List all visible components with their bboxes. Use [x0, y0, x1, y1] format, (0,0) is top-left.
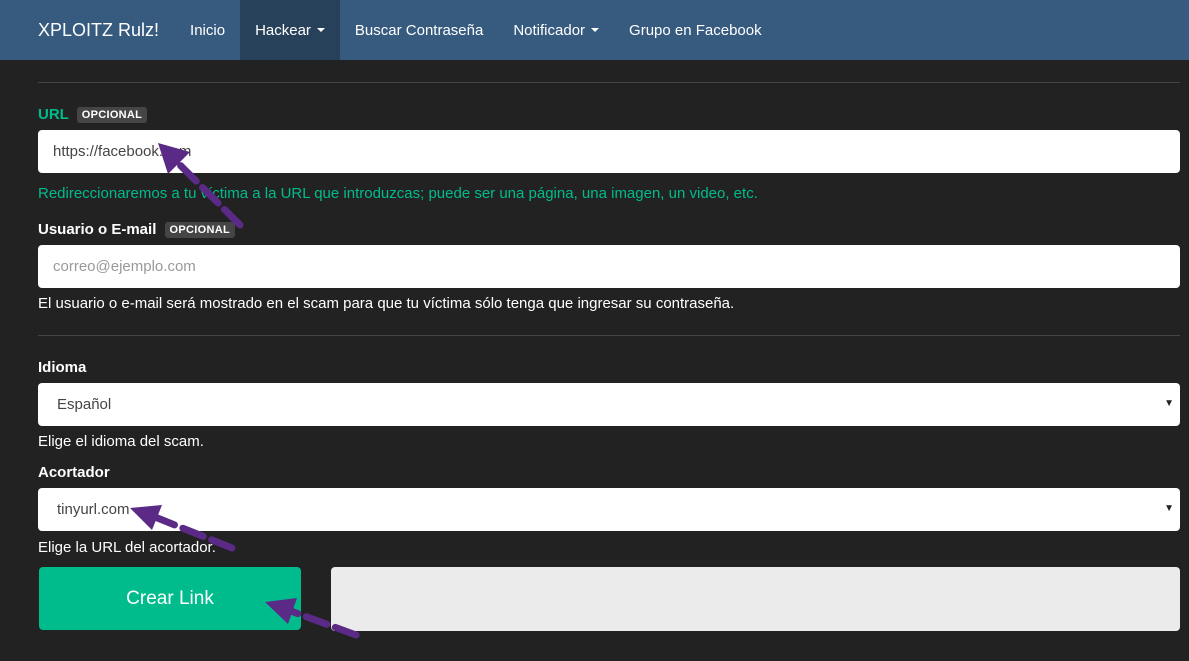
- shortener-help-text: Elige la URL del acortador.: [38, 539, 216, 556]
- caret-down-icon: [591, 28, 600, 32]
- nav-item-label: Buscar Contraseña: [354, 21, 484, 39]
- divider: [38, 335, 1180, 336]
- user-label: Usuario o E-mail OPCIONAL: [38, 221, 235, 239]
- optional-badge: OPCIONAL: [164, 222, 235, 239]
- nav-item-label: Grupo en Facebook: [629, 21, 762, 39]
- url-help-text: Redireccionaremos a tu víctima a la URL …: [38, 185, 758, 202]
- result-link-field[interactable]: [331, 567, 1180, 631]
- nav-item-grupo-facebook[interactable]: Grupo en Facebook: [614, 0, 777, 60]
- nav-item-label: Inicio: [190, 21, 226, 39]
- shortener-select[interactable]: tinyurl.com ▼: [38, 488, 1180, 531]
- language-select-value: Español: [57, 396, 112, 413]
- shortener-select-value: tinyurl.com: [57, 501, 130, 518]
- create-link-button[interactable]: Crear Link: [39, 567, 301, 630]
- shortener-label: Acortador: [38, 464, 110, 481]
- nav-item-inicio[interactable]: Inicio: [175, 0, 240, 60]
- caret-down-icon: [316, 28, 325, 32]
- chevron-down-icon: ▼: [1164, 503, 1174, 514]
- nav-item-label: Notificador: [513, 21, 586, 39]
- chevron-down-icon: ▼: [1164, 398, 1174, 409]
- navbar: XPLOITZ Rulz! Inicio Hackear Buscar Cont…: [0, 0, 1189, 60]
- nav-item-hackear[interactable]: Hackear: [240, 0, 340, 60]
- divider: [38, 82, 1180, 83]
- language-label: Idioma: [38, 359, 87, 376]
- url-input-value: https://facebook.com: [53, 143, 192, 160]
- url-label-text: URL: [38, 106, 69, 123]
- form-container: URL OPCIONAL https://facebook.com Redire…: [0, 60, 1189, 661]
- nav-item-notificador[interactable]: Notificador: [498, 0, 614, 60]
- url-input[interactable]: https://facebook.com: [38, 130, 1180, 173]
- user-help-text: El usuario o e-mail será mostrado en el …: [38, 295, 735, 312]
- language-help-text: Elige el idioma del scam.: [38, 433, 204, 450]
- optional-badge: OPCIONAL: [76, 107, 148, 124]
- url-label: URL OPCIONAL: [38, 106, 148, 124]
- email-field[interactable]: correo@ejemplo.com: [38, 245, 1180, 288]
- brand-link[interactable]: XPLOITZ Rulz!: [0, 0, 175, 60]
- email-field-placeholder: correo@ejemplo.com: [53, 258, 196, 275]
- user-label-text: Usuario o E-mail: [38, 221, 157, 238]
- language-select[interactable]: Español ▼: [38, 383, 1180, 426]
- nav-item-buscar-contrasena[interactable]: Buscar Contraseña: [340, 0, 498, 60]
- nav-item-label: Hackear: [255, 21, 311, 39]
